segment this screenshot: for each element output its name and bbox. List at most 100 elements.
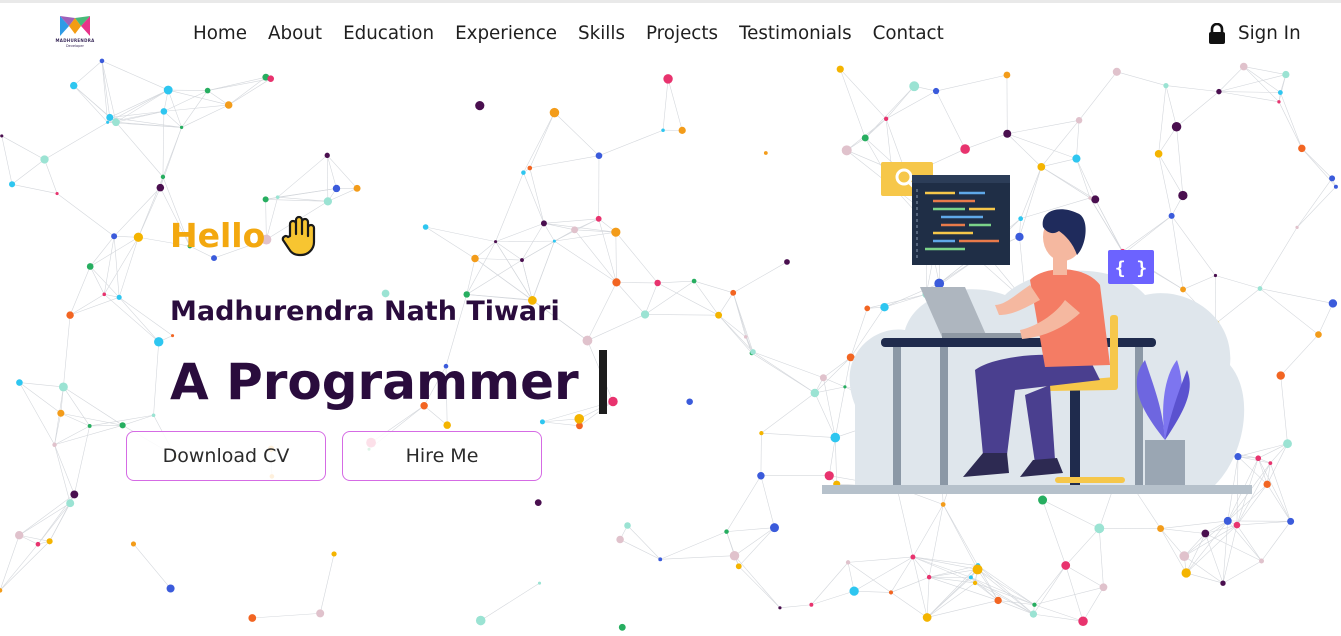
greeting-text: Hello [170, 216, 266, 255]
nav-projects[interactable]: Projects [646, 23, 718, 44]
network-node [910, 554, 916, 560]
network-link [495, 223, 545, 242]
network-node [494, 240, 498, 244]
network-node [475, 615, 486, 626]
network-node [1171, 122, 1182, 132]
network-link [853, 556, 914, 592]
nav-home[interactable]: Home [193, 23, 247, 44]
nav-education[interactable]: Education [343, 23, 434, 44]
network-node [1328, 299, 1338, 308]
nav-experience[interactable]: Experience [455, 23, 557, 44]
network-node [163, 85, 173, 95]
network-node [102, 292, 107, 297]
network-link [694, 280, 734, 294]
network-node [35, 541, 41, 547]
network-link [942, 504, 979, 566]
network-link [252, 613, 321, 619]
network-link [1076, 120, 1080, 159]
network-node [520, 258, 524, 262]
raised-hand-icon [281, 215, 316, 257]
network-link [657, 280, 695, 284]
network-node [55, 191, 59, 196]
network-link [926, 582, 976, 618]
network-node [1268, 461, 1273, 466]
network-node [112, 118, 120, 127]
network-link [115, 111, 164, 123]
network-node [353, 184, 361, 192]
network-link [1160, 528, 1187, 574]
hire-me-button[interactable]: Hire Me [342, 431, 542, 481]
code-window [912, 175, 1010, 265]
network-link [1165, 85, 1219, 92]
network-link [89, 266, 105, 295]
lock-icon [1209, 23, 1225, 44]
network-link [56, 193, 115, 237]
network-node [521, 170, 526, 175]
network-node [724, 529, 729, 534]
network-node [940, 502, 946, 507]
network-link [326, 155, 329, 202]
network-link [718, 314, 754, 353]
network-link [554, 112, 600, 156]
sign-in-button[interactable]: Sign In [1208, 23, 1301, 44]
network-link [779, 604, 812, 609]
network-link [587, 282, 617, 341]
network-link [926, 577, 930, 618]
network-node [324, 152, 330, 158]
network-node [267, 75, 275, 82]
logo-wordmark: MADHURENDRA [55, 38, 95, 43]
network-link [760, 475, 775, 528]
network-link [118, 297, 173, 336]
network-link [693, 280, 719, 316]
person-name: Madhurendra Nath Tiwari [170, 296, 560, 327]
network-link [1184, 520, 1228, 557]
network-node [582, 335, 593, 346]
network-link [1007, 119, 1080, 135]
network-link [474, 258, 523, 261]
network-node [9, 181, 16, 188]
network-link [1259, 288, 1333, 304]
network-node [678, 126, 686, 134]
network-node [972, 564, 983, 575]
network-link [63, 315, 71, 387]
network-link [616, 282, 658, 284]
download-cv-button[interactable]: Download CV [126, 431, 326, 481]
network-link [616, 282, 646, 315]
network-node [422, 224, 429, 230]
network-node [1223, 516, 1232, 525]
network-node [616, 535, 624, 544]
network-link [521, 240, 555, 261]
network-node [571, 226, 579, 234]
network-link [965, 133, 1008, 150]
network-link [1034, 565, 1066, 605]
network-link [615, 231, 658, 284]
network-node [275, 195, 280, 200]
network-link [19, 494, 75, 536]
network-link [912, 556, 978, 570]
network-node [743, 335, 748, 339]
network-link [529, 112, 555, 169]
network-link [89, 236, 115, 267]
network-node [845, 560, 851, 565]
nav-skills[interactable]: Skills [578, 23, 625, 44]
network-link [0, 541, 50, 591]
network-node [658, 557, 663, 562]
nav-testimonials[interactable]: Testimonials [739, 23, 852, 44]
network-link [54, 444, 71, 504]
network-link [1, 135, 13, 185]
network-link [118, 297, 159, 343]
network-node [1259, 558, 1264, 564]
nav-about[interactable]: About [268, 23, 322, 44]
network-link [529, 155, 600, 169]
network-link [885, 90, 937, 120]
network-link [734, 527, 775, 556]
nav-contact[interactable]: Contact [873, 23, 944, 44]
network-link [1160, 520, 1228, 529]
network-node [1179, 551, 1190, 561]
network-node [618, 623, 626, 631]
network-link [865, 86, 915, 139]
brand-logo[interactable]: MADHURENDRA Developer [52, 12, 98, 52]
network-link [1158, 85, 1167, 154]
network-node [730, 289, 737, 296]
network-link [425, 226, 476, 259]
